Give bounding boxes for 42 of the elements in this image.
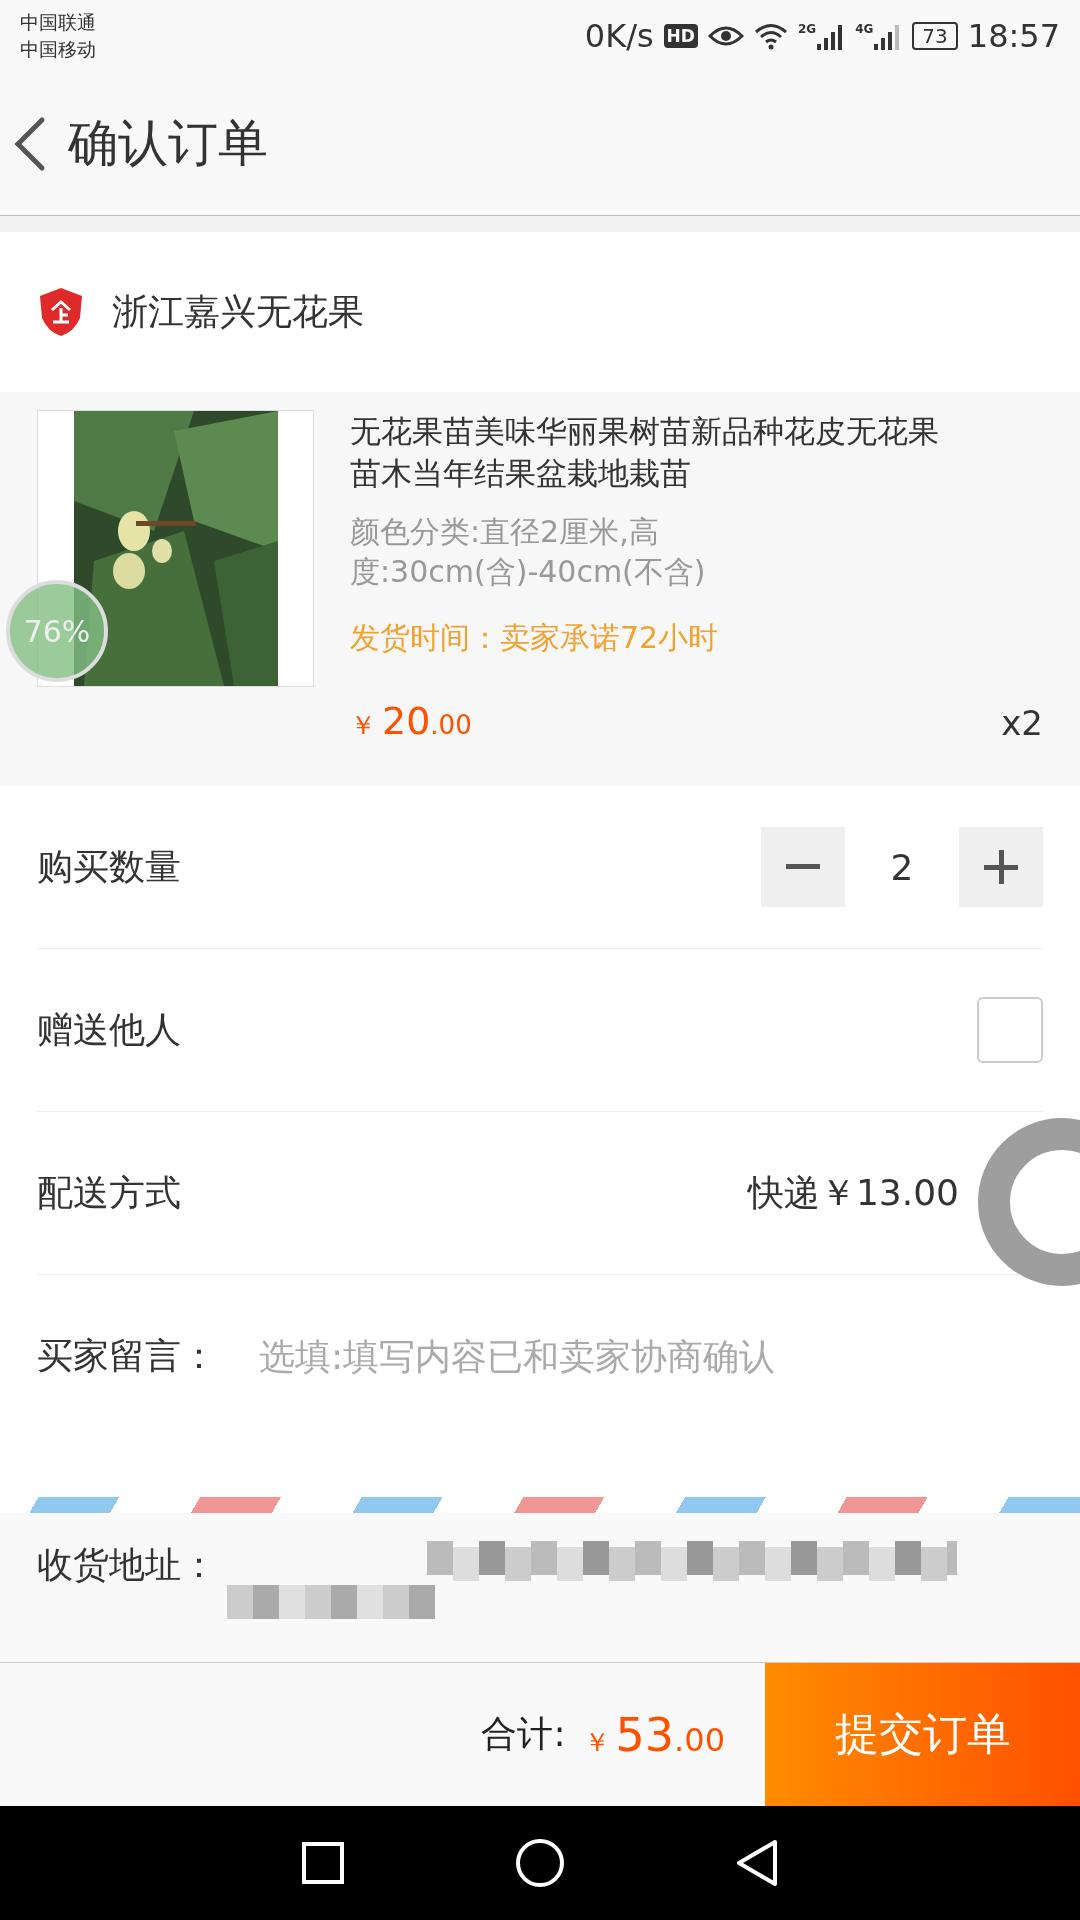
shop-name: 浙江嘉兴无花果 bbox=[112, 289, 364, 334]
square-icon[interactable] bbox=[301, 1841, 345, 1885]
eye-icon bbox=[707, 24, 744, 48]
submit-order-button[interactable]: 提交订单 bbox=[765, 1663, 1080, 1806]
row-label: 赠送他人 bbox=[37, 1007, 181, 1052]
shipping-value: 快递￥13.00 bbox=[747, 1170, 959, 1215]
wifi-icon bbox=[753, 22, 788, 50]
network-speed: 0K/s bbox=[584, 17, 654, 55]
row-label: 配送方式 bbox=[37, 1170, 181, 1215]
minus-icon bbox=[786, 864, 820, 870]
back-icon[interactable] bbox=[735, 1838, 779, 1888]
network-type: 2G bbox=[797, 22, 817, 36]
total-price: 53 bbox=[615, 1707, 675, 1762]
price-decimal: .00 bbox=[430, 710, 472, 740]
carrier-name: 中国联通 bbox=[20, 10, 96, 35]
clock: 18:57 bbox=[967, 17, 1060, 55]
currency-sign: ￥ bbox=[583, 1725, 610, 1759]
row-label: 购买数量 bbox=[37, 844, 181, 889]
total-label: 合计: bbox=[481, 1712, 566, 1756]
checkbox[interactable] bbox=[977, 997, 1043, 1063]
message-field[interactable]: 选填:填写内容已和卖家协商确认 bbox=[257, 1334, 1043, 1378]
item-quantity: x2 bbox=[1001, 703, 1043, 743]
row-label: 买家留言： bbox=[37, 1333, 217, 1378]
currency-sign: ￥ bbox=[350, 709, 376, 742]
page-title: 确认订单 bbox=[68, 113, 268, 174]
product-spec: 颜色分类:直径2厘米,高度:30cm(含)-40cm(不含) bbox=[350, 513, 707, 591]
plus-button[interactable] bbox=[959, 827, 1043, 907]
battery-level: 73 bbox=[912, 22, 958, 50]
network-type: 4G bbox=[855, 22, 874, 36]
shield-icon bbox=[38, 286, 84, 338]
shipping-time: 发货时间：卖家承诺72小时 bbox=[350, 619, 720, 657]
address-label: 收货地址： bbox=[37, 1543, 217, 1587]
quantity-value: 2 bbox=[889, 846, 915, 888]
plus-icon bbox=[984, 850, 1018, 884]
carrier-name: 中国移动 bbox=[20, 37, 96, 62]
back-icon[interactable] bbox=[12, 115, 46, 172]
total-decimal: .00 bbox=[674, 1720, 725, 1759]
hd-badge: HD bbox=[663, 24, 698, 48]
product-title: 无花果苗美味华丽果树苗新品种花皮无花果苗木当年结果盆栽地栽苗 bbox=[350, 412, 940, 493]
minus-button[interactable] bbox=[761, 827, 845, 907]
price: 20 bbox=[382, 699, 431, 743]
home-icon[interactable] bbox=[515, 1838, 565, 1888]
